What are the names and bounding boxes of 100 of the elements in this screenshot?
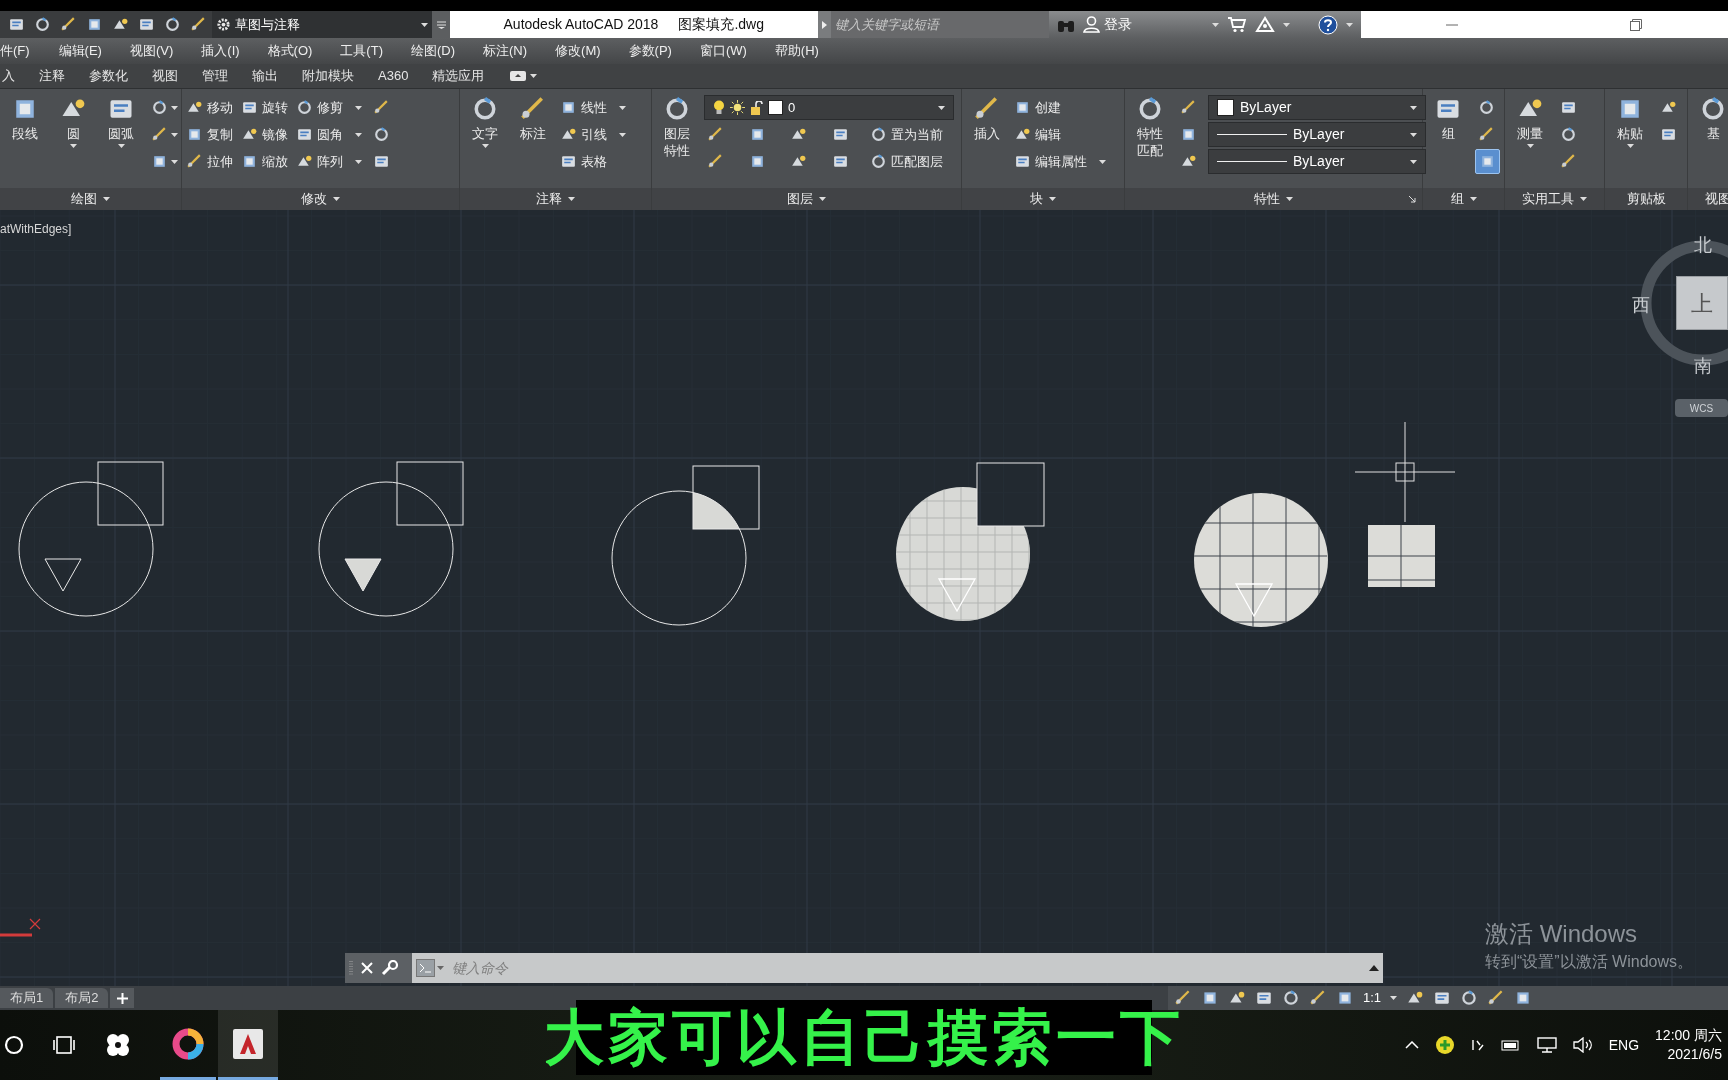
ribbon-large-button[interactable]: 粘贴 (1609, 95, 1651, 148)
compass-label[interactable]: 西 (1632, 292, 1650, 319)
ribbon-button[interactable]: 编辑 (1014, 122, 1106, 147)
caret-icon (333, 197, 340, 201)
property-dropdown[interactable]: ByLayer (1208, 122, 1426, 147)
ribbon-button[interactable]: 复制 (186, 122, 233, 147)
workspace-dropdown[interactable]: 草图与注释 (212, 11, 432, 38)
ribbon-button[interactable]: 编辑属性 (1014, 149, 1106, 174)
compass-label[interactable]: 南 (1694, 353, 1712, 380)
panel-title[interactable]: 实用工具 (1505, 188, 1604, 210)
layer-dropdown[interactable]: 0 (704, 95, 954, 120)
ribbon-button[interactable]: 匹配图层 (870, 149, 954, 174)
wcs-button[interactable]: WCS (1675, 399, 1728, 417)
ribbon-button[interactable]: 拉伸 (186, 149, 233, 174)
caret-icon (1390, 996, 1398, 1000)
menu-item[interactable]: 参数(P) (625, 41, 675, 61)
ribbon-button[interactable]: 缩放 (241, 149, 288, 174)
menu-item[interactable]: 工具(T) (337, 41, 386, 61)
ribbon-tab[interactable]: 视图 (150, 66, 180, 86)
ribbon-tab[interactable]: 管理 (200, 66, 230, 86)
menu-item[interactable]: 绘图(D) (407, 41, 458, 61)
tool-icon (1433, 989, 1452, 1007)
ribbon-large-button[interactable]: 圆 (52, 95, 94, 148)
ribbon-large-button[interactable]: 组 (1427, 95, 1469, 142)
add-layout-button[interactable] (110, 988, 135, 1008)
viewport-label[interactable]: atWithEdges] (0, 220, 72, 238)
ribbon-button[interactable]: 线性 (560, 95, 626, 120)
menu-item[interactable]: 插入(I) (198, 41, 243, 61)
tool-icon (870, 153, 888, 170)
taskbar-app[interactable] (218, 1010, 278, 1080)
menu-item[interactable]: 标注(N) (480, 41, 531, 61)
minimize-icon (1446, 23, 1459, 26)
panel-title[interactable]: 修改 (182, 188, 459, 210)
caret-icon (171, 105, 178, 110)
tool-icon (1560, 126, 1577, 143)
panel-title[interactable]: 特性 (1125, 188, 1422, 210)
ribbon-tab[interactable]: A360 (376, 66, 411, 86)
caret-icon (69, 144, 77, 148)
ribbon-button[interactable]: 镜像 (241, 122, 288, 147)
scale-button[interactable]: 1:1 (1363, 988, 1382, 1008)
ribbon-tab[interactable]: 注释 (37, 66, 67, 86)
layout-tab[interactable]: 布局1 (0, 988, 54, 1008)
menu-item[interactable]: 格式(O) (264, 41, 316, 61)
ribbon-large-button[interactable]: 测量 (1509, 95, 1551, 148)
ribbon-large-button[interactable]: 文字 (464, 95, 506, 148)
command-input[interactable]: 键入命令 (452, 957, 1361, 979)
tool-icon (186, 153, 203, 170)
ribbon-large-button[interactable]: 图层特性 (656, 95, 698, 159)
layout-tab[interactable]: 布局2 (55, 988, 109, 1008)
compass-label[interactable]: 北 (1694, 232, 1712, 259)
ribbon-tab[interactable]: 入 (0, 66, 17, 86)
sign-in-button[interactable]: 登录 (1082, 14, 1132, 35)
close-icon (361, 962, 373, 974)
ribbon-tab[interactable]: 参数化 (87, 66, 130, 86)
tool-icon (373, 99, 390, 116)
ribbon-button[interactable]: 旋转 (241, 95, 288, 120)
menu-item[interactable]: 件(F) (0, 41, 30, 61)
caret-icon (421, 22, 428, 27)
menu-item[interactable]: 窗口(W) (696, 41, 750, 61)
ribbon-button[interactable]: 移动 (186, 95, 233, 120)
panel-title[interactable]: 剪贴板 (1605, 188, 1687, 210)
ribbon-large-button[interactable]: 基 (1692, 95, 1728, 142)
property-dropdown[interactable]: ByLayer (1208, 95, 1426, 120)
ribbon-large-button[interactable]: 标注 (512, 95, 554, 142)
ribbon-large-button[interactable]: 特性匹配 (1129, 95, 1171, 159)
property-dropdown[interactable]: ByLayer (1208, 149, 1426, 174)
panel-title[interactable]: 注释 (460, 188, 651, 210)
tool-icon[interactable] (190, 16, 207, 33)
caret-icon (117, 144, 125, 148)
prompt-icon (416, 959, 444, 977)
menu-item[interactable]: 视图(V) (126, 41, 177, 61)
caret-icon (1410, 132, 1417, 137)
caret-icon (171, 159, 178, 164)
ribbon-large-button[interactable]: 插入 (966, 95, 1008, 142)
panel-title[interactable]: 组 (1423, 188, 1504, 210)
clock-date[interactable]: 2021/6/5 (1667, 1045, 1722, 1064)
ribbon-button[interactable]: 阵列 (296, 149, 362, 174)
ribbon-large-button[interactable]: 圆弧 (100, 95, 142, 148)
ribbon-button[interactable]: 圆角 (296, 122, 362, 147)
ribbon-tab[interactable]: 附加模块 (300, 66, 356, 86)
viewcube-face[interactable]: 上 (1676, 276, 1728, 330)
panel-title[interactable]: 块 (962, 188, 1124, 210)
ribbon-button[interactable]: 表格 (560, 149, 626, 174)
ribbon-button[interactable]: 修剪 (296, 95, 362, 120)
ribbon-button[interactable]: 引线 (560, 122, 626, 147)
command-field[interactable]: 键入命令 (412, 953, 1383, 983)
ribbon-tab[interactable]: 输出 (250, 66, 280, 86)
clock-time[interactable]: 12:00 周六 (1655, 1026, 1722, 1045)
menu-item[interactable]: 编辑(E) (55, 41, 105, 61)
ribbon-button[interactable]: 置为当前 (870, 122, 954, 147)
search-field[interactable]: 键入关键字或短语 (830, 11, 1049, 38)
panel-title[interactable]: 绘图 (0, 188, 181, 210)
ribbon-tab[interactable]: 精选应用 (430, 66, 487, 86)
panel-title[interactable]: 图层 (652, 188, 961, 210)
menu-item[interactable]: 帮助(H) (771, 41, 822, 61)
language-indicator[interactable]: ENG (1608, 1034, 1640, 1056)
tool-icon (241, 99, 258, 116)
menu-item[interactable]: 修改(M) (552, 41, 604, 61)
ribbon-button[interactable]: 创建 (1014, 95, 1106, 120)
ribbon-large-button[interactable]: 段线 (4, 95, 46, 142)
